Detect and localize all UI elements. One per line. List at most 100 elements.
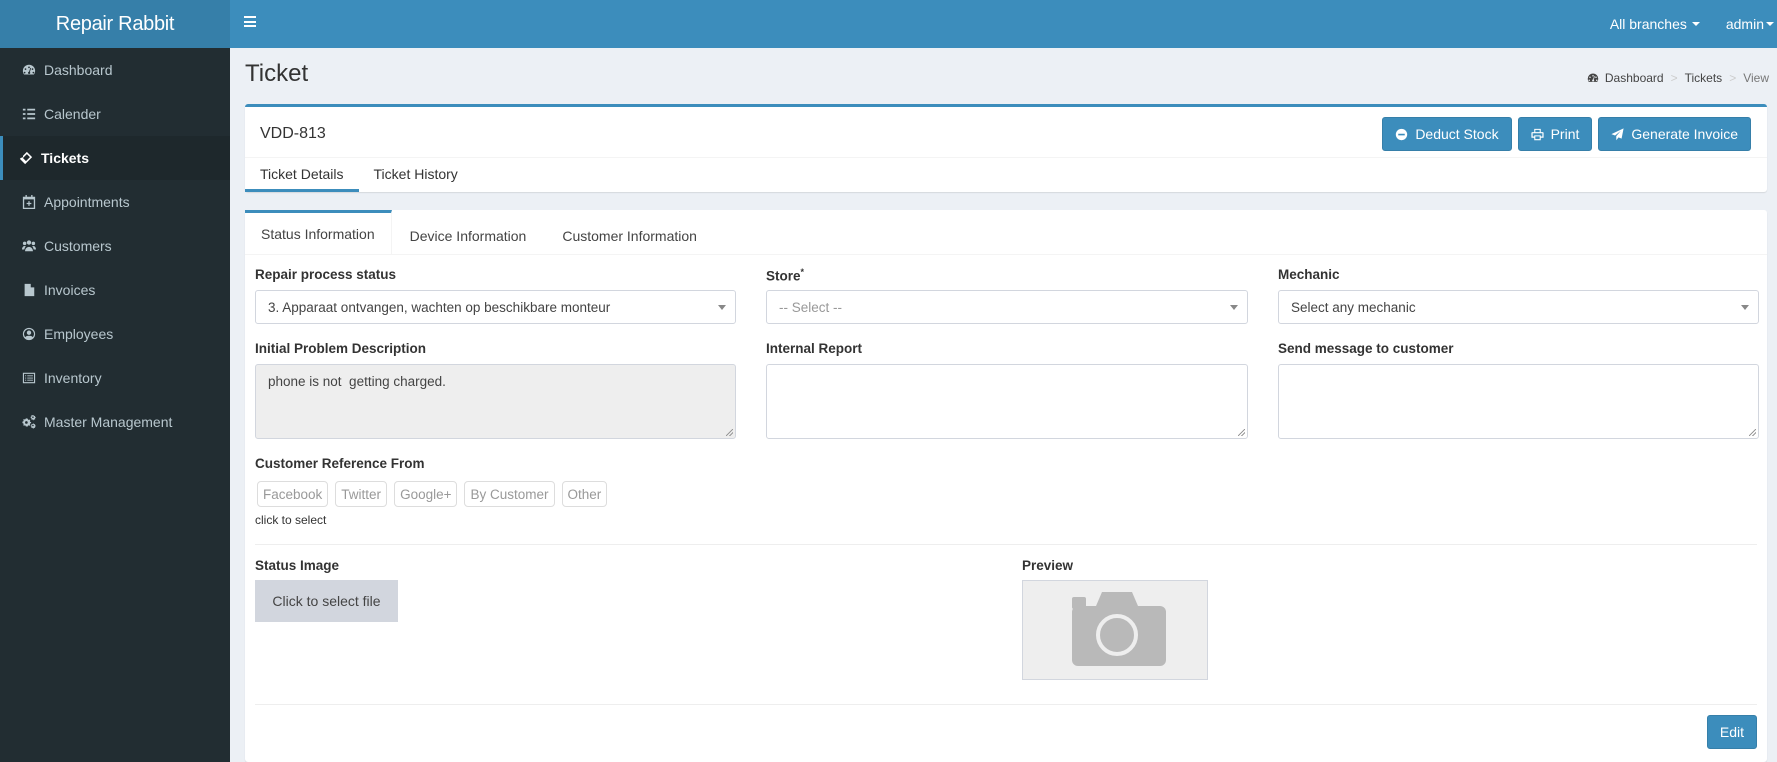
store-placeholder: -- Select --: [779, 299, 843, 315]
customer-reference-hint: click to select: [255, 513, 327, 527]
customer-message-textarea[interactable]: [1278, 364, 1759, 439]
caret-down-icon: [1766, 22, 1774, 26]
app-logo[interactable]: Repair Rabbit: [0, 0, 230, 48]
sidebar-item-label: Calender: [44, 106, 101, 122]
mechanic-value: Select any mechanic: [1291, 299, 1416, 315]
page-title: Ticket: [245, 60, 309, 87]
paper-plane-icon: [1611, 127, 1624, 140]
ticket-header-box: VDD-813 Deduct Stock Print Generate Invo…: [245, 104, 1767, 192]
edit-button[interactable]: Edit: [1706, 715, 1757, 749]
list-icon: [21, 107, 37, 121]
sidebar-item-label: Master Management: [44, 414, 173, 430]
calendar-plus-icon: [21, 195, 37, 209]
breadcrumb-separator: >: [1670, 71, 1678, 85]
sidebar-item-label: Appointments: [44, 194, 130, 210]
store-select[interactable]: -- Select --: [766, 290, 1248, 324]
mechanic-label: Mechanic: [1278, 267, 1340, 282]
initial-problem-textarea[interactable]: phone is not getting charged.: [255, 364, 736, 439]
user-circle-icon: [21, 327, 37, 341]
sidebar-item-label: Dashboard: [44, 62, 113, 78]
tab-status-information[interactable]: Status Information: [245, 210, 392, 255]
top-right-menu: All branches admin: [1596, 0, 1777, 48]
branch-dropdown[interactable]: All branches: [1596, 16, 1708, 32]
deduct-stock-button[interactable]: Deduct Stock: [1382, 117, 1512, 151]
branch-dropdown-label: All branches: [1609, 16, 1687, 32]
repair-status-select[interactable]: 3. Apparaat ontvangen, wachten op beschi…: [255, 290, 736, 324]
sidebar-item-label: Employees: [44, 326, 114, 342]
deduct-stock-label: Deduct Stock: [1415, 126, 1499, 142]
tab-device-information[interactable]: Device Information: [392, 210, 545, 255]
store-label: Store*: [766, 267, 804, 284]
divider: [255, 544, 1757, 545]
select-file-button[interactable]: Click to select file: [255, 580, 398, 622]
dashboard-icon: [21, 63, 37, 77]
file-text-icon: [21, 283, 37, 297]
breadcrumb-dashboard[interactable]: Dashboard: [1605, 71, 1664, 85]
sidebar-item-employees[interactable]: Employees: [0, 312, 230, 356]
reference-option-other[interactable]: Other: [561, 481, 608, 507]
details-tabs: Status Information Device Information Cu…: [245, 210, 1767, 255]
reference-option-twitter[interactable]: Twitter: [335, 481, 388, 507]
resize-grip-icon[interactable]: [1749, 429, 1756, 436]
sidebar-item-customers[interactable]: Customers: [0, 224, 230, 268]
sidebar-item-label: Inventory: [44, 370, 102, 386]
users-icon: [21, 239, 37, 253]
sidebar-item-tickets[interactable]: Tickets: [0, 136, 230, 180]
ticket-actions: Deduct Stock Print Generate Invoice: [1382, 117, 1751, 151]
ticket-subtabs: Ticket Details Ticket History: [245, 158, 473, 192]
user-dropdown-label: admin: [1725, 16, 1764, 32]
preview-label: Preview: [1022, 558, 1074, 573]
generate-invoice-button[interactable]: Generate Invoice: [1598, 117, 1751, 151]
initial-problem-label: Initial Problem Description: [255, 341, 427, 356]
required-mark: *: [800, 267, 805, 277]
internal-report-label: Internal Report: [766, 341, 863, 356]
reference-option-facebook[interactable]: Facebook: [257, 481, 329, 507]
customer-reference-options: Facebook Twitter Google+ By Customer Oth…: [257, 481, 608, 507]
sidebar-item-master-management[interactable]: Master Management: [0, 400, 230, 444]
customer-message-label: Send message to customer: [1278, 341, 1454, 356]
camera-icon: [1072, 592, 1166, 666]
print-button[interactable]: Print: [1517, 117, 1593, 151]
initial-problem-value: phone is not getting charged.: [268, 374, 446, 389]
repair-status-label: Repair process status: [255, 267, 397, 282]
mechanic-select[interactable]: Select any mechanic: [1278, 290, 1759, 324]
print-icon: [1530, 128, 1544, 140]
dashboard-icon: [1587, 73, 1599, 82]
repair-status-value: 3. Apparaat ontvangen, wachten op beschi…: [268, 299, 611, 315]
reference-option-google-plus[interactable]: Google+: [394, 481, 458, 507]
sidebar-item-label: Invoices: [44, 282, 96, 298]
resize-grip-icon[interactable]: [1238, 429, 1245, 436]
sidebar-item-inventory[interactable]: Inventory: [0, 356, 230, 400]
divider: [245, 157, 1767, 158]
top-navbar: All branches admin: [230, 0, 1777, 48]
image-preview: [1022, 580, 1208, 680]
print-label: Print: [1550, 126, 1580, 142]
generate-invoice-label: Generate Invoice: [1631, 126, 1738, 142]
tab-ticket-history[interactable]: Ticket History: [359, 158, 473, 192]
breadcrumb-tickets[interactable]: Tickets: [1685, 71, 1723, 85]
breadcrumb-separator: >: [1729, 71, 1737, 85]
sidebar-item-calender[interactable]: Calender: [0, 92, 230, 136]
sidebar-nav: Dashboard Calender Tickets Appointments …: [0, 48, 230, 444]
sidebar-item-label: Tickets: [41, 150, 89, 166]
divider: [255, 704, 1757, 705]
store-label-text: Store: [766, 268, 801, 284]
sidebar-item-appointments[interactable]: Appointments: [0, 180, 230, 224]
sidebar: Repair Rabbit Dashboard Calender Tickets…: [0, 0, 230, 762]
reference-option-by-customer[interactable]: By Customer: [464, 481, 555, 507]
sidebar-toggle-icon[interactable]: [244, 16, 256, 30]
tab-ticket-details[interactable]: Ticket Details: [245, 158, 359, 192]
cogs-icon: [21, 415, 37, 429]
caret-down-icon: [1691, 22, 1700, 26]
tab-customer-information[interactable]: Customer Information: [544, 210, 715, 255]
ticket-id: VDD-813: [260, 125, 326, 142]
internal-report-textarea[interactable]: [766, 364, 1248, 439]
minus-circle-icon: [1396, 128, 1408, 140]
sidebar-item-dashboard[interactable]: Dashboard: [0, 48, 230, 92]
user-dropdown[interactable]: admin: [1708, 16, 1777, 32]
sidebar-item-invoices[interactable]: Invoices: [0, 268, 230, 312]
resize-grip-icon[interactable]: [726, 429, 733, 436]
dropdown-arrow-icon: [718, 305, 726, 310]
breadcrumb-view: View: [1743, 71, 1769, 85]
ticket-icon: [18, 151, 34, 165]
